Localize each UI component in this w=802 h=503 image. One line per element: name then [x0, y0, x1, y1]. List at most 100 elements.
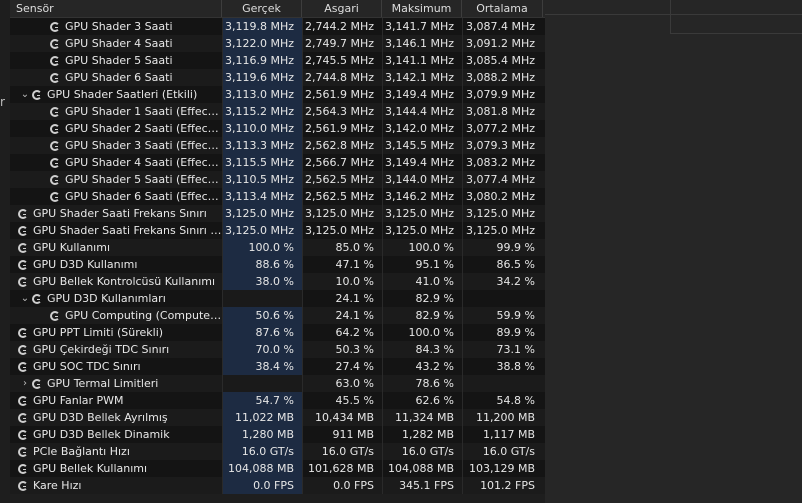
- sensor-label: GPU Shader 1 Saati (Effective): [65, 105, 222, 118]
- average-value: 99.9 %: [462, 239, 543, 256]
- sensor-label: GPU D3D Kullanımları: [47, 292, 166, 305]
- sensor-label: GPU Shader 4 Saati: [65, 37, 173, 50]
- table-row[interactable]: GPU Bellek Kontrolcüsü Kullanımı 38.0 % 10…: [10, 273, 545, 290]
- minimum-value: 2,744.8 MHz: [302, 69, 382, 86]
- sensor-name-cell: PCIe Bağlantı Hızı: [10, 443, 222, 460]
- maximum-value: 41.0 %: [382, 273, 462, 290]
- table-row[interactable]: GPU Shader 5 Saati (Effective) 3,110.5 MH…: [10, 171, 545, 188]
- gauge-icon: [50, 123, 60, 134]
- minimum-value: 2,564.3 MHz: [302, 103, 382, 120]
- minimum-value: 2,744.2 MHz: [302, 18, 382, 35]
- current-value: 3,119.6 MHz: [222, 69, 302, 86]
- maximum-value: 3,142.0 MHz: [382, 120, 462, 137]
- sensor-label: GPU Çekirdeği TDC Sınırı: [33, 343, 170, 356]
- average-value: 3,088.2 MHz: [462, 69, 543, 86]
- gauge-icon: [32, 89, 42, 100]
- sensor-name-cell: GPU Shader 6 Saati: [10, 69, 222, 86]
- table-row[interactable]: GPU D3D Bellek Ayrılmış 11,022 MB 10,434 M…: [10, 409, 545, 426]
- current-value: 3,125.0 MHz: [222, 205, 302, 222]
- maximum-value: 3,149.4 MHz: [382, 86, 462, 103]
- maximum-value: 100.0 %: [382, 239, 462, 256]
- sensor-rows: GPU Shader 3 Saati 3,119.8 MHz 2,744.2 MHz…: [10, 18, 545, 494]
- sensor-label: GPU Shader 4 Saati (Effective): [65, 156, 222, 169]
- table-row[interactable]: GPU Shader 3 Saati (Effective) 3,113.3 MH…: [10, 137, 545, 154]
- table-row[interactable]: GPU Shader Saati Frekans Sınırı 3,125.0 M…: [10, 205, 545, 222]
- average-value: 3,083.2 MHz: [462, 154, 543, 171]
- table-row[interactable]: GPU SOC TDC Sınırı 38.4 % 27.4 % 43.2 % 38.8…: [10, 358, 545, 375]
- average-value: 54.8 %: [462, 392, 543, 409]
- current-value: 1,280 MB: [222, 426, 302, 443]
- current-value: 3,122.0 MHz: [222, 35, 302, 52]
- table-row[interactable]: GPU Shader 6 Saati 3,119.6 MHz 2,744.8 MHz…: [10, 69, 545, 86]
- current-value: 38.0 %: [222, 273, 302, 290]
- minimum-value: 63.0 %: [302, 375, 382, 392]
- table-row[interactable]: GPU Shader 5 Saati 3,116.9 MHz 2,745.5 MHz…: [10, 52, 545, 69]
- average-value: 86.5 %: [462, 256, 543, 273]
- minimum-value: 2,562.8 MHz: [302, 137, 382, 154]
- gauge-icon: [50, 106, 60, 117]
- sensor-name-cell: ⌄ GPU Shader Saatleri (Etkili): [10, 86, 222, 103]
- table-row[interactable]: › GPU Termal Limitleri 63.0 % 78.6 %: [10, 375, 545, 392]
- table-row[interactable]: GPU Çekirdeği TDC Sınırı 70.0 % 50.3 % 84.3…: [10, 341, 545, 358]
- sensor-label: GPU Shader 2 Saati (Effective): [65, 122, 222, 135]
- column-header-current[interactable]: Gerçek: [222, 0, 302, 17]
- panel-divider: [670, 0, 671, 34]
- minimum-value: 0.0 FPS: [302, 477, 382, 494]
- table-row[interactable]: GPU Shader Saati Frekans Sınırı (... 3,12…: [10, 222, 545, 239]
- current-value: 3,115.5 MHz: [222, 154, 302, 171]
- gauge-icon: [32, 293, 42, 304]
- column-header-maximum[interactable]: Maksimum: [382, 0, 462, 17]
- table-row[interactable]: GPU Computing (Compute 0) ... 50.6 % 24.1 …: [10, 307, 545, 324]
- table-row[interactable]: ⌄ GPU Shader Saatleri (Etkili) 3,113.0 MHz…: [10, 86, 545, 103]
- average-value: 89.9 %: [462, 324, 543, 341]
- current-value: 11,022 MB: [222, 409, 302, 426]
- sensor-name-cell: GPU Shader 2 Saati (Effective): [10, 120, 222, 137]
- gauge-icon: [18, 225, 28, 236]
- sensor-name-cell: GPU Shader 3 Saati (Effective): [10, 137, 222, 154]
- maximum-value: 78.6 %: [382, 375, 462, 392]
- sensor-label: GPU Shader 6 Saati: [65, 71, 173, 84]
- table-row[interactable]: ⌄ GPU D3D Kullanımları 24.1 % 82.9 %: [10, 290, 545, 307]
- table-row[interactable]: GPU D3D Bellek Dinamik 1,280 MB 911 MB 1,28…: [10, 426, 545, 443]
- gauge-icon: [50, 140, 60, 151]
- table-row[interactable]: GPU Shader 4 Saati 3,122.0 MHz 2,749.7 MHz…: [10, 35, 545, 52]
- minimum-value: 3,125.0 MHz: [302, 222, 382, 239]
- gauge-icon: [50, 72, 60, 83]
- column-header-average[interactable]: Ortalama: [462, 0, 543, 17]
- gauge-icon: [50, 21, 60, 32]
- table-row[interactable]: GPU Shader 1 Saati (Effective) 3,115.2 MH…: [10, 103, 545, 120]
- column-header-minimum[interactable]: Asgari: [302, 0, 382, 17]
- current-value: 3,110.0 MHz: [222, 120, 302, 137]
- table-row[interactable]: GPU Shader 4 Saati (Effective) 3,115.5 MH…: [10, 154, 545, 171]
- average-value: 3,085.4 MHz: [462, 52, 543, 69]
- minimum-value: 10.0 %: [302, 273, 382, 290]
- gauge-icon: [18, 429, 28, 440]
- average-value: 16.0 GT/s: [462, 443, 543, 460]
- current-value: 3,125.0 MHz: [222, 222, 302, 239]
- table-row[interactable]: Kare Hızı 0.0 FPS 0.0 FPS 345.1 FPS 101.2 FP…: [10, 477, 545, 494]
- sensor-name-cell: GPU SOC TDC Sınırı: [10, 358, 222, 375]
- minimum-value: 2,745.5 MHz: [302, 52, 382, 69]
- maximum-value: 84.3 %: [382, 341, 462, 358]
- gauge-icon: [32, 378, 42, 389]
- table-row[interactable]: GPU Bellek Kullanımı 104,088 MB 101,628 MB…: [10, 460, 545, 477]
- chevron-down-icon[interactable]: ⌄: [18, 290, 32, 307]
- minimum-value: 47.1 %: [302, 256, 382, 273]
- chevron-right-icon[interactable]: ›: [18, 375, 32, 392]
- chevron-down-icon[interactable]: ⌄: [18, 86, 32, 103]
- table-row[interactable]: PCIe Bağlantı Hızı 16.0 GT/s 16.0 GT/s 16.0…: [10, 443, 545, 460]
- average-value: 1,117 MB: [462, 426, 543, 443]
- sensor-name-cell: GPU Shader 6 Saati (Effective): [10, 188, 222, 205]
- table-row[interactable]: GPU Shader 3 Saati 3,119.8 MHz 2,744.2 MHz…: [10, 18, 545, 35]
- column-header-sensor[interactable]: Sensör: [10, 0, 222, 17]
- sensor-label: GPU Computing (Compute 0) ...: [65, 309, 222, 322]
- minimum-value: 16.0 GT/s: [302, 443, 382, 460]
- table-row[interactable]: GPU D3D Kullanımı 88.6 % 47.1 % 95.1 % 86.5 …: [10, 256, 545, 273]
- current-value: 87.6 %: [222, 324, 302, 341]
- sensor-name-cell: › GPU Termal Limitleri: [10, 375, 222, 392]
- table-row[interactable]: GPU Fanlar PWM 54.7 % 45.5 % 62.6 % 54.8 %: [10, 392, 545, 409]
- table-row[interactable]: GPU Kullanımı 100.0 % 85.0 % 100.0 % 99.9 %: [10, 239, 545, 256]
- table-row[interactable]: GPU Shader 2 Saati (Effective) 3,110.0 MH…: [10, 120, 545, 137]
- table-row[interactable]: GPU Shader 6 Saati (Effective) 3,113.4 MH…: [10, 188, 545, 205]
- table-row[interactable]: GPU PPT Limiti (Sürekli) 87.6 % 64.2 % 100.…: [10, 324, 545, 341]
